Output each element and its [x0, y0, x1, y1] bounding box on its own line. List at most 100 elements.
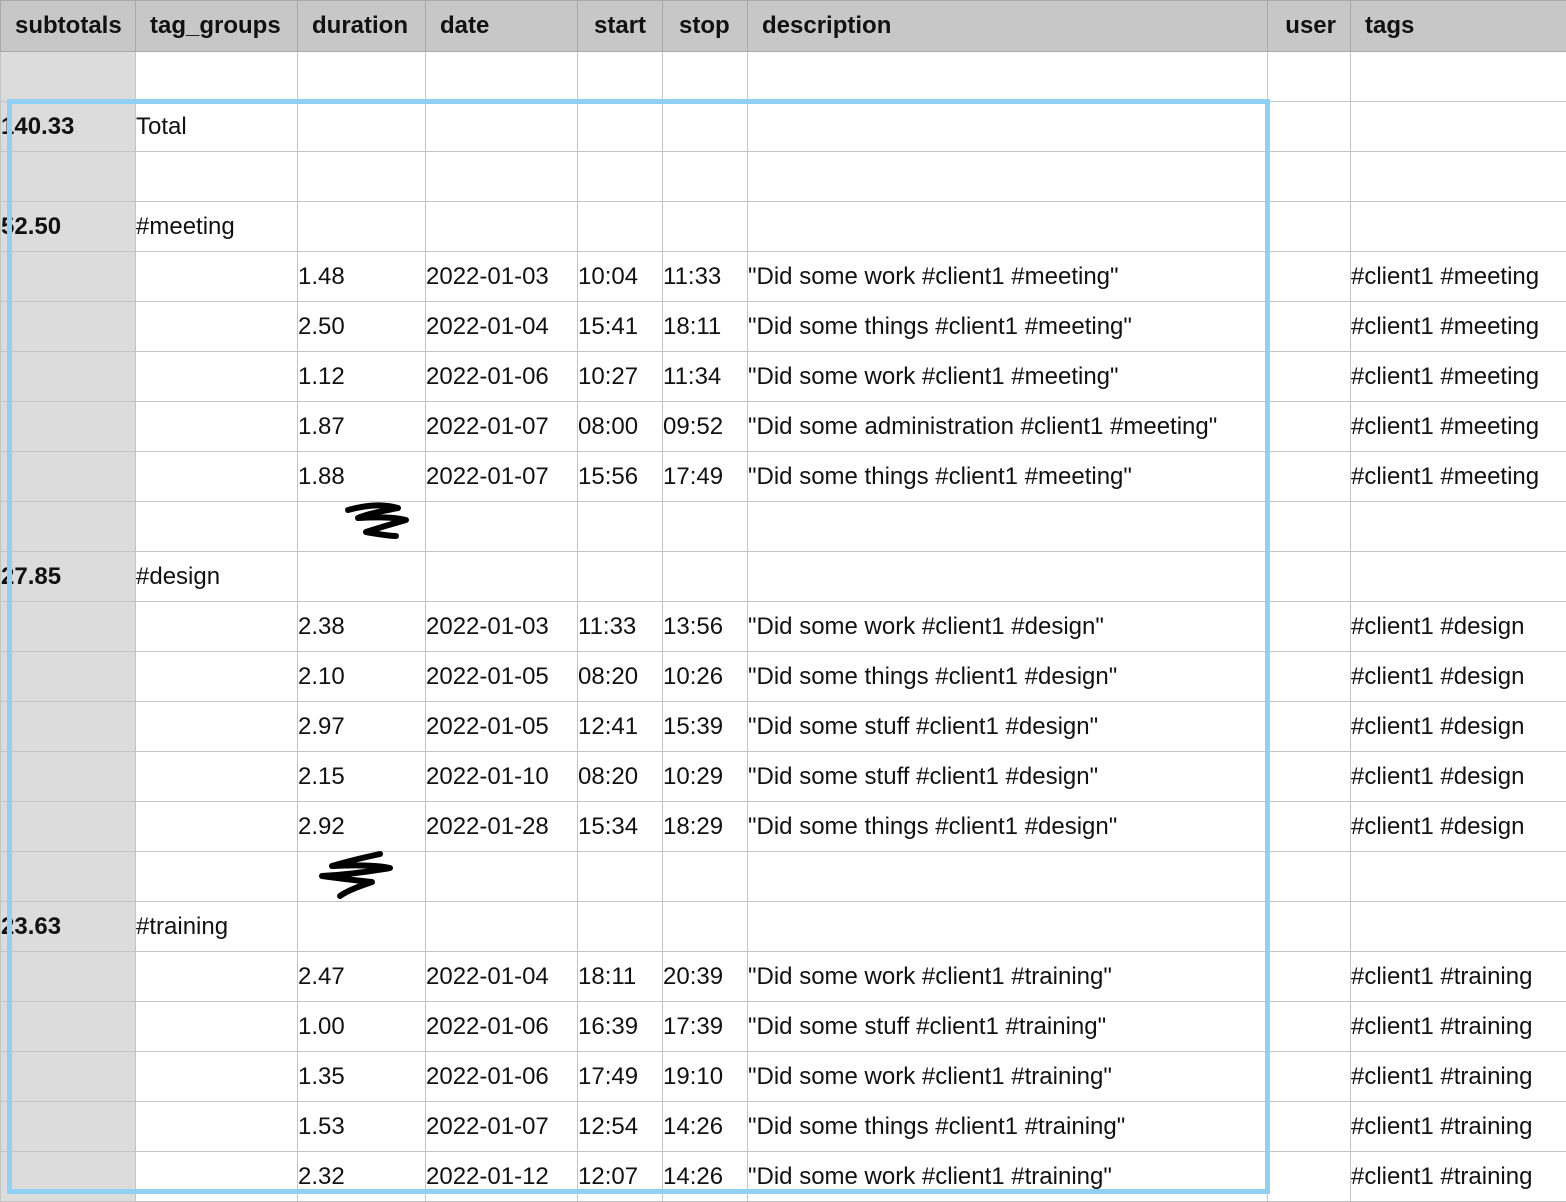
cell-duration[interactable] — [298, 852, 426, 902]
cell-tag-groups[interactable] — [136, 952, 298, 1002]
cell-description[interactable]: "Did some work #client1 #meeting" — [748, 352, 1268, 402]
cell-tag-groups[interactable] — [136, 1052, 298, 1102]
cell-start[interactable]: 18:11 — [578, 952, 663, 1002]
cell-stop[interactable] — [663, 852, 748, 902]
cell-tag-groups[interactable] — [136, 352, 298, 402]
cell-subtotals[interactable] — [1, 1052, 136, 1102]
cell-tag-groups[interactable] — [136, 702, 298, 752]
cell-tag-groups[interactable] — [136, 802, 298, 852]
cell-description[interactable] — [748, 902, 1268, 952]
cell-duration[interactable]: 1.12 — [298, 352, 426, 402]
cell-stop[interactable]: 10:26 — [663, 652, 748, 702]
cell-date[interactable]: 2022-01-07 — [426, 402, 578, 452]
cell-stop[interactable]: 14:26 — [663, 1152, 748, 1202]
cell-description[interactable] — [748, 152, 1268, 202]
cell-tags[interactable]: #client1 #design — [1351, 802, 1566, 852]
cell-start[interactable]: 08:20 — [578, 752, 663, 802]
cell-duration[interactable]: 1.35 — [298, 1052, 426, 1102]
cell-user[interactable] — [1268, 952, 1351, 1002]
cell-user[interactable] — [1268, 252, 1351, 302]
cell-subtotals[interactable] — [1, 752, 136, 802]
cell-stop[interactable]: 18:29 — [663, 802, 748, 852]
cell-tags[interactable]: #client1 #training — [1351, 952, 1566, 1002]
cell-stop[interactable] — [663, 502, 748, 552]
cell-duration[interactable]: 1.48 — [298, 252, 426, 302]
cell-start[interactable] — [578, 902, 663, 952]
cell-start[interactable]: 12:07 — [578, 1152, 663, 1202]
cell-start[interactable]: 10:27 — [578, 352, 663, 402]
cell-stop[interactable]: 10:29 — [663, 752, 748, 802]
cell-tag-groups[interactable] — [136, 852, 298, 902]
cell-user[interactable] — [1268, 402, 1351, 452]
cell-date[interactable]: 2022-01-06 — [426, 1052, 578, 1102]
cell-tags[interactable]: #client1 #design — [1351, 652, 1566, 702]
cell-date[interactable]: 2022-01-04 — [426, 952, 578, 1002]
cell-date[interactable]: 2022-01-07 — [426, 452, 578, 502]
cell-start[interactable]: 12:41 — [578, 702, 663, 752]
cell-tag-groups[interactable] — [136, 652, 298, 702]
cell-duration[interactable] — [298, 102, 426, 152]
cell-description[interactable]: "Did some administration #client1 #meeti… — [748, 402, 1268, 452]
column-header-date[interactable]: date — [426, 1, 578, 52]
cell-stop[interactable]: 11:34 — [663, 352, 748, 402]
cell-date[interactable]: 2022-01-12 — [426, 1152, 578, 1202]
cell-tag-groups[interactable]: #training — [136, 902, 298, 952]
cell-stop[interactable]: 15:39 — [663, 702, 748, 752]
cell-user[interactable] — [1268, 202, 1351, 252]
cell-tags[interactable]: #client1 #meeting — [1351, 252, 1566, 302]
cell-tags[interactable]: #client1 #meeting — [1351, 302, 1566, 352]
cell-date[interactable]: 2022-01-28 — [426, 802, 578, 852]
cell-date[interactable]: 2022-01-04 — [426, 302, 578, 352]
column-header-duration[interactable]: duration — [298, 1, 426, 52]
cell-subtotals[interactable] — [1, 302, 136, 352]
cell-duration[interactable]: 2.47 — [298, 952, 426, 1002]
cell-user[interactable] — [1268, 552, 1351, 602]
cell-date[interactable] — [426, 102, 578, 152]
cell-start[interactable]: 08:00 — [578, 402, 663, 452]
cell-tag-groups[interactable] — [136, 1102, 298, 1152]
cell-user[interactable] — [1268, 52, 1351, 102]
cell-stop[interactable] — [663, 202, 748, 252]
cell-tag-groups[interactable] — [136, 752, 298, 802]
cell-tags[interactable] — [1351, 852, 1566, 902]
cell-description[interactable]: "Did some things #client1 #training" — [748, 1102, 1268, 1152]
cell-start[interactable]: 15:34 — [578, 802, 663, 852]
cell-subtotals[interactable] — [1, 352, 136, 402]
cell-date[interactable]: 2022-01-03 — [426, 252, 578, 302]
cell-duration[interactable] — [298, 152, 426, 202]
cell-tags[interactable]: #client1 #meeting — [1351, 452, 1566, 502]
cell-tags[interactable]: #client1 #training — [1351, 1102, 1566, 1152]
cell-duration[interactable]: 2.50 — [298, 302, 426, 352]
cell-tag-groups[interactable] — [136, 502, 298, 552]
cell-stop[interactable]: 13:56 — [663, 602, 748, 652]
cell-subtotals[interactable] — [1, 802, 136, 852]
cell-tag-groups[interactable] — [136, 452, 298, 502]
cell-tags[interactable]: #client1 #design — [1351, 602, 1566, 652]
cell-subtotals[interactable] — [1, 1002, 136, 1052]
cell-tags[interactable]: #client1 #meeting — [1351, 352, 1566, 402]
cell-duration[interactable]: 1.87 — [298, 402, 426, 452]
cell-date[interactable]: 2022-01-06 — [426, 1002, 578, 1052]
cell-start[interactable]: 08:20 — [578, 652, 663, 702]
cell-subtotals[interactable] — [1, 602, 136, 652]
cell-tags[interactable] — [1351, 152, 1566, 202]
cell-date[interactable]: 2022-01-07 — [426, 1102, 578, 1152]
cell-start[interactable] — [578, 152, 663, 202]
cell-user[interactable] — [1268, 852, 1351, 902]
cell-duration[interactable] — [298, 202, 426, 252]
cell-subtotals[interactable] — [1, 252, 136, 302]
cell-start[interactable]: 11:33 — [578, 602, 663, 652]
cell-duration[interactable]: 2.15 — [298, 752, 426, 802]
cell-description[interactable]: "Did some work #client1 #training" — [748, 1152, 1268, 1202]
cell-subtotals[interactable] — [1, 402, 136, 452]
cell-description[interactable] — [748, 102, 1268, 152]
cell-stop[interactable]: 17:49 — [663, 452, 748, 502]
cell-tags[interactable]: #client1 #meeting — [1351, 402, 1566, 452]
column-header-tags[interactable]: tags — [1351, 1, 1566, 52]
cell-user[interactable] — [1268, 352, 1351, 402]
cell-user[interactable] — [1268, 502, 1351, 552]
cell-tags[interactable]: #client1 #training — [1351, 1002, 1566, 1052]
cell-start[interactable]: 12:54 — [578, 1102, 663, 1152]
cell-user[interactable] — [1268, 802, 1351, 852]
cell-start[interactable] — [578, 52, 663, 102]
